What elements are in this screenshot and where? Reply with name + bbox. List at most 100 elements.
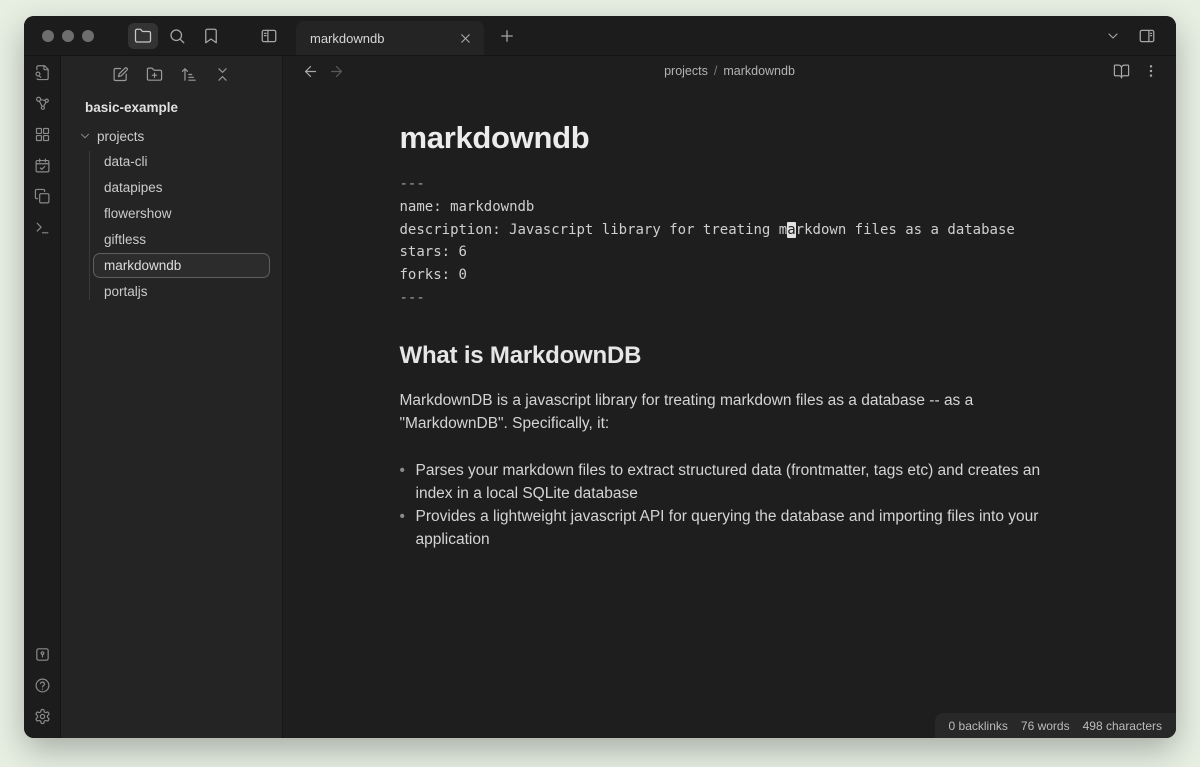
view-header: projects / markdowndb <box>283 56 1176 86</box>
tree-item-giftless[interactable]: giftless <box>93 227 270 252</box>
frontmatter-block[interactable]: ---name: markdowndbdescription: Javascri… <box>400 173 1060 310</box>
frontmatter-line: name: markdowndb <box>400 196 1060 219</box>
obsidian-window: markdowndb basic-example projects data-c… <box>24 16 1176 738</box>
frontmatter-line: description: Javascript library for trea… <box>400 219 1060 242</box>
close-window-button[interactable] <box>42 30 54 42</box>
ribbon-settings-button[interactable] <box>30 704 54 728</box>
ribbon-help-button[interactable] <box>30 673 54 697</box>
titlebar-tools-left <box>126 23 286 49</box>
frontmatter-line: --- <box>400 287 1060 310</box>
section-heading: What is MarkdownDB <box>400 342 1060 370</box>
search-icon <box>168 27 186 45</box>
files-icon <box>34 188 51 205</box>
window-controls[interactable] <box>24 30 108 42</box>
terminal-icon <box>34 219 51 236</box>
intro-paragraph: MarkdownDB is a javascript library for t… <box>400 389 1060 435</box>
panel-left-button[interactable] <box>254 23 284 49</box>
settings-icon <box>34 708 51 725</box>
vault-name[interactable]: basic-example <box>85 100 282 115</box>
ribbon-terminal-button[interactable] <box>30 215 54 239</box>
book-open-button[interactable] <box>1108 59 1134 83</box>
breadcrumb-segment[interactable]: markdowndb <box>723 64 795 78</box>
ribbon-graph-button[interactable] <box>30 91 54 115</box>
bullet-item: Parses your markdown files to extract st… <box>400 459 1060 505</box>
folder-icon <box>134 27 152 45</box>
tab-title: markdowndb <box>310 31 384 46</box>
new-note-icon <box>112 66 129 83</box>
bookmark-button[interactable] <box>196 23 226 49</box>
bookmark-icon <box>202 27 220 45</box>
tree-item-datapipes[interactable]: datapipes <box>93 175 270 200</box>
ribbon-calendar-check-button[interactable] <box>30 153 54 177</box>
collapse-all-button[interactable] <box>210 62 235 86</box>
tree-item-markdowndb[interactable]: markdowndb <box>93 253 270 278</box>
note-content[interactable]: markdowndb ---name: markdowndbdescriptio… <box>283 86 1176 738</box>
folder-button[interactable] <box>128 23 158 49</box>
frontmatter-line: forks: 0 <box>400 264 1060 287</box>
ribbon-file-search-button[interactable] <box>30 60 54 84</box>
new-note-button[interactable] <box>108 62 133 86</box>
ribbon-layout-grid-button[interactable] <box>30 122 54 146</box>
explorer-toolbar <box>61 62 282 86</box>
status-characters[interactable]: 498 characters <box>1083 719 1162 733</box>
tree-item-data-cli[interactable]: data-cli <box>93 149 270 174</box>
indent-guide <box>89 151 90 300</box>
panel-right-icon <box>1138 27 1156 45</box>
plus-icon <box>498 27 516 45</box>
chevron-down-icon <box>77 128 93 144</box>
file-search-icon <box>34 64 51 81</box>
folder-label: projects <box>97 129 144 144</box>
status-words[interactable]: 76 words <box>1021 719 1070 733</box>
sort-button[interactable] <box>176 62 201 86</box>
text-cursor: a <box>787 222 795 238</box>
calendar-check-icon <box>34 157 51 174</box>
note-title: markdowndb <box>400 120 1060 156</box>
panel-left-icon <box>260 27 278 45</box>
new-folder-button[interactable] <box>142 62 167 86</box>
feature-list: Parses your markdown files to extract st… <box>400 459 1060 551</box>
status-backlinks[interactable]: 0 backlinks <box>949 719 1008 733</box>
ribbon-files-button[interactable] <box>30 184 54 208</box>
minimize-window-button[interactable] <box>62 30 74 42</box>
ribbon-vault-button[interactable] <box>30 642 54 666</box>
breadcrumb-segment[interactable]: projects <box>664 64 708 78</box>
tab-close-icon[interactable] <box>454 27 476 49</box>
tree-item-portaljs[interactable]: portaljs <box>93 279 270 304</box>
new-folder-icon <box>146 66 163 83</box>
frontmatter-line: stars: 6 <box>400 241 1060 264</box>
navigate-forward-button[interactable] <box>323 59 349 83</box>
navigate-back-button[interactable] <box>297 59 323 83</box>
vault-icon <box>34 646 51 663</box>
arrow-left-icon <box>302 63 319 80</box>
frontmatter-line: --- <box>400 173 1060 196</box>
sort-icon <box>180 66 197 83</box>
new-tab-button[interactable] <box>492 23 522 49</box>
chevron-down-button[interactable] <box>1098 23 1128 49</box>
tree-item-flowershow[interactable]: flowershow <box>93 201 270 226</box>
zoom-window-button[interactable] <box>82 30 94 42</box>
search-button[interactable] <box>162 23 192 49</box>
chevron-down-icon <box>1105 28 1121 44</box>
titlebar-tools-right <box>1096 23 1176 49</box>
book-open-icon <box>1113 63 1130 80</box>
ribbon <box>24 56 61 738</box>
titlebar: markdowndb <box>24 16 1176 56</box>
arrow-right-icon <box>328 63 345 80</box>
more-vertical-button[interactable] <box>1138 59 1164 83</box>
breadcrumb: projects / markdowndb <box>283 56 1176 86</box>
editor-pane: projects/markdowndb markdowndb ---name: … <box>283 56 1176 738</box>
collapse-all-icon <box>214 66 231 83</box>
file-tree: data-clidatapipesflowershowgiftlessmarkd… <box>61 149 282 304</box>
breadcrumb-separator: / <box>714 64 717 78</box>
more-vertical-icon <box>1143 63 1159 79</box>
panel-right-button[interactable] <box>1132 23 1162 49</box>
layout-grid-icon <box>34 126 51 143</box>
graph-icon <box>34 95 51 112</box>
help-icon <box>34 677 51 694</box>
view-actions <box>1108 59 1164 83</box>
tab-markdowndb[interactable]: markdowndb <box>296 21 484 55</box>
file-explorer: basic-example projects data-clidatapipes… <box>61 56 283 738</box>
bullet-item: Provides a lightweight javascript API fo… <box>400 505 1060 551</box>
status-bar: 0 backlinks 76 words 498 characters <box>935 713 1176 738</box>
folder-projects[interactable]: projects <box>61 123 282 149</box>
